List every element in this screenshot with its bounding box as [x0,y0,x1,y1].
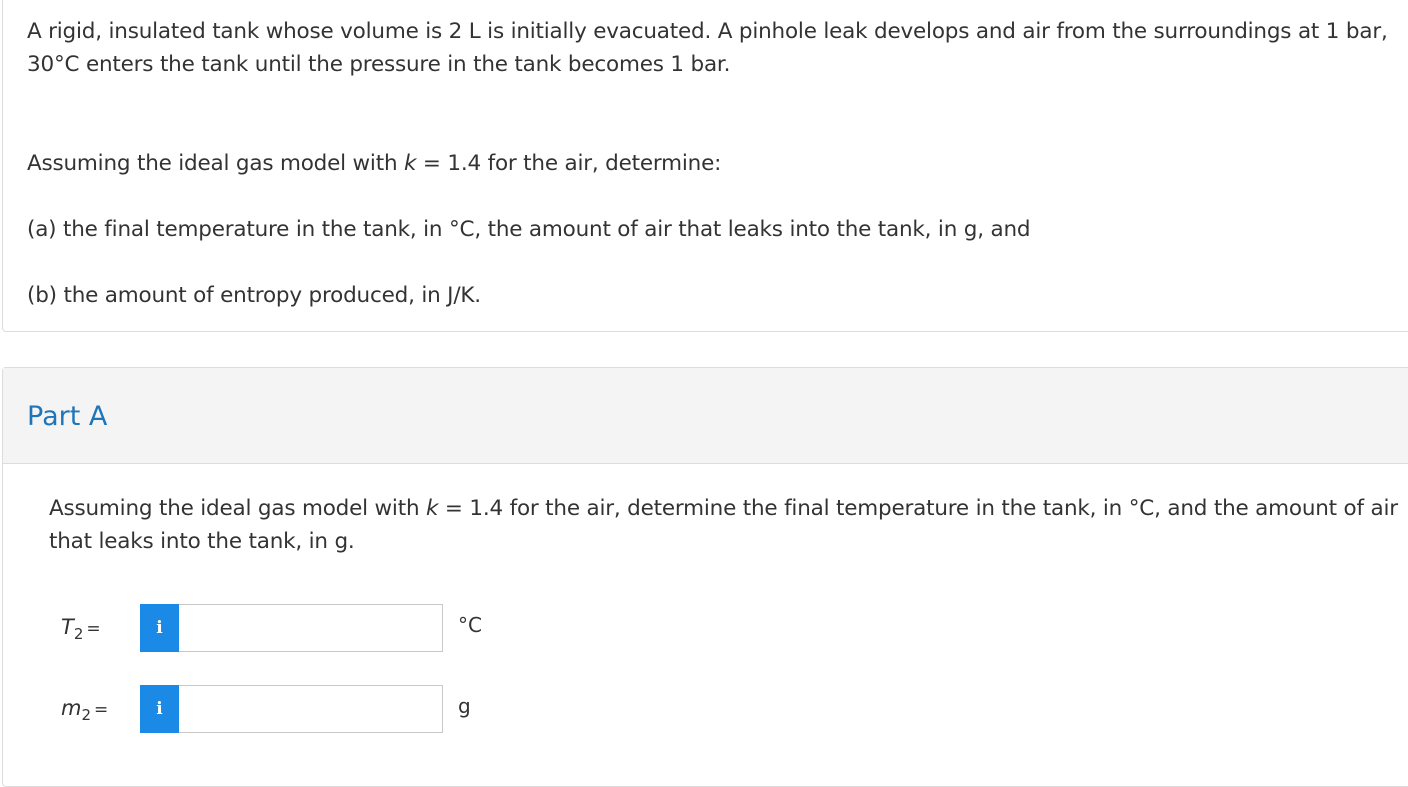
part-title: Part A [27,401,108,432]
part-a-header: Part A [3,368,1408,464]
t2-answer-input[interactable] [179,604,443,652]
unit-label-celsius: °C [458,613,482,637]
answer-row-t2: T2 = i °C [3,603,603,653]
assumption-text: Assuming the ideal gas model with k = 1.… [27,147,721,180]
assumption-suffix: = 1.4 for the air, determine: [416,151,722,176]
m2-answer-input[interactable] [179,685,443,733]
unit-label-grams: g [458,694,471,718]
variable-symbol: m [61,696,82,720]
k-symbol: k [404,151,417,176]
question-prefix: Assuming the ideal gas model with [49,496,426,521]
problem-statement-card: A rigid, insulated tank whose volume is … [2,0,1408,332]
assumption-prefix: Assuming the ideal gas model with [27,151,404,176]
info-icon[interactable]: i [140,604,179,652]
variable-symbol: T [61,615,74,639]
equals-sign: = [86,619,101,639]
part-question: Assuming the ideal gas model with k = 1.… [49,492,1399,558]
problem-part-b: (b) the amount of entropy produced, in J… [27,283,481,308]
equals-sign: = [94,700,109,720]
variable-label-m2: m2 = [61,696,108,724]
part-a-card: Part A Assuming the ideal gas model with… [2,367,1408,787]
variable-label-t2: T2 = [61,615,101,643]
answer-row-m2: m2 = i g [3,684,603,734]
variable-subscript: 2 [73,625,84,643]
info-icon[interactable]: i [140,685,179,733]
k-symbol: k [426,496,439,521]
problem-intro: A rigid, insulated tank whose volume is … [27,19,1388,77]
variable-subscript: 2 [81,706,92,724]
problem-part-a: (a) the final temperature in the tank, i… [27,217,1031,242]
